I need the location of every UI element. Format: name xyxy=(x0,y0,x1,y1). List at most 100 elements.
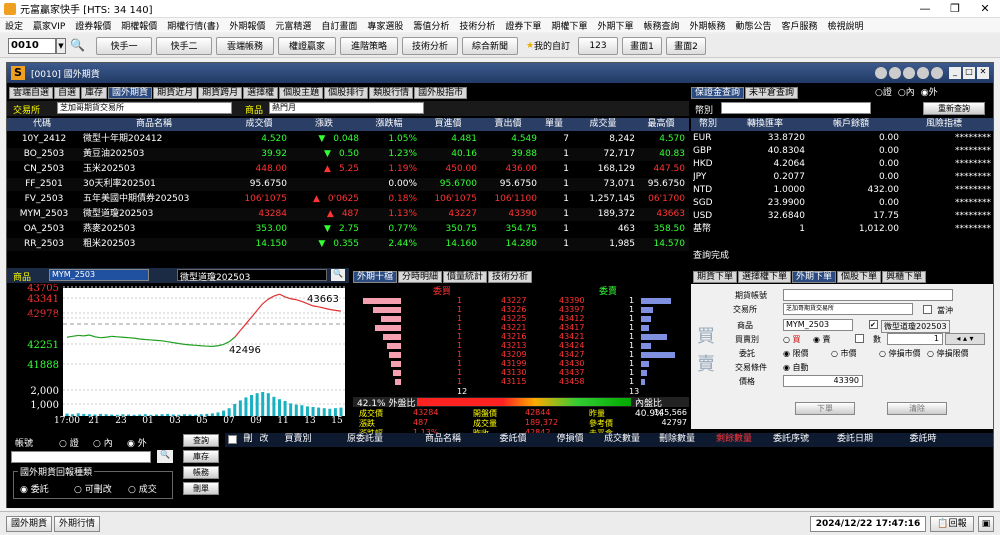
menu-item[interactable]: 帳務查詢 xyxy=(638,19,684,32)
menu-item[interactable]: 動態公告 xyxy=(731,19,777,32)
exchange-select[interactable]: 芝加哥期貨交易所 xyxy=(57,102,232,114)
menu-item[interactable]: 外期報價 xyxy=(224,19,270,32)
buy-price[interactable]: 43213 xyxy=(501,341,526,350)
buy-price[interactable]: 43227 xyxy=(501,296,526,305)
tab[interactable]: 個股主題 xyxy=(279,87,324,99)
window-maximize-icon[interactable]: □ xyxy=(963,67,975,79)
select-all-checkbox[interactable] xyxy=(228,435,237,444)
link-icon[interactable] xyxy=(917,67,929,79)
status-tab-futures[interactable]: 國外期貨 xyxy=(6,516,52,532)
menu-item[interactable]: 證券報價 xyxy=(70,19,116,32)
requery-button[interactable]: 重新查詢 xyxy=(923,102,985,115)
sell-price[interactable]: 43412 xyxy=(559,314,584,323)
tab[interactable]: 期貨下單 xyxy=(693,271,738,283)
report-type-radio[interactable]: ○ 可刪改 xyxy=(74,482,112,495)
report-button[interactable]: 📋回報 xyxy=(930,516,974,532)
clear-button[interactable]: 清除 xyxy=(887,402,947,415)
tab[interactable]: 興櫃下單 xyxy=(882,271,927,283)
menu-item[interactable]: 技術分析 xyxy=(454,19,500,32)
chart-code-input[interactable]: MYM_2503 xyxy=(49,269,149,281)
menu-item[interactable]: 期權行情(書) xyxy=(162,19,224,32)
report-query-button[interactable]: 查詢 xyxy=(183,434,219,447)
help-icon[interactable] xyxy=(903,67,915,79)
order-header[interactable]: 停損價 xyxy=(547,433,593,446)
margin-row[interactable]: NTD 1.0000 432.00 ******** xyxy=(691,184,993,197)
margin-row[interactable]: JPY 0.2077 0.00 ******** xyxy=(691,171,993,184)
report-market-radio[interactable]: ○ 證 xyxy=(59,436,79,449)
toolbar-button[interactable]: 進階策略 xyxy=(340,36,398,55)
buy-price[interactable]: 43225 xyxy=(501,314,526,323)
account-select[interactable] xyxy=(783,289,953,301)
sell-price[interactable]: 43421 xyxy=(559,332,584,341)
print-icon[interactable] xyxy=(889,67,901,79)
sell-price[interactable]: 43430 xyxy=(559,359,584,368)
tab[interactable]: 個股下單 xyxy=(837,271,882,283)
tab[interactable]: 未平倉查詢 xyxy=(745,87,799,99)
order-header[interactable]: 委託時 xyxy=(893,433,953,446)
menu-item[interactable]: 贏家VIP xyxy=(28,19,70,32)
tab[interactable]: 期貨跨月 xyxy=(198,87,243,99)
toolbar-extra-button[interactable]: 畫面1 xyxy=(622,36,662,55)
menu-item[interactable]: 設定 xyxy=(0,19,28,32)
qty-stepper[interactable]: ◂ ▴ ▾ xyxy=(945,333,985,345)
sell-price[interactable]: 43397 xyxy=(559,305,584,314)
margin-row[interactable]: GBP 40.8304 0.00 ******** xyxy=(691,145,993,158)
menu-item[interactable]: 籌值分析 xyxy=(408,19,454,32)
menu-item[interactable]: 自訂畫面 xyxy=(316,19,362,32)
margin-row[interactable]: HKD 4.2064 0.00 ******** xyxy=(691,158,993,171)
order-header[interactable]: 買賣別 xyxy=(273,433,323,446)
sell-radio[interactable]: ◉ 賣 xyxy=(813,334,831,345)
sell-price[interactable]: 43427 xyxy=(559,350,584,359)
sell-price[interactable]: 43417 xyxy=(559,323,584,332)
sell-price[interactable]: 43458 xyxy=(559,377,584,386)
tab[interactable]: 選擇權 xyxy=(243,87,279,99)
tab[interactable]: 保證金查詢 xyxy=(691,87,745,99)
buy-price[interactable]: 43216 xyxy=(501,332,526,341)
report-search-icon[interactable]: 🔍 xyxy=(157,450,173,463)
order-header[interactable]: 刪除數量 xyxy=(651,433,703,446)
order-type-radio[interactable]: ○ 市價 xyxy=(831,348,857,359)
close-icon[interactable]: ✕ xyxy=(970,2,1000,15)
condition-radio[interactable]: ◉ 自動 xyxy=(783,362,809,373)
order-header[interactable]: 委託價 xyxy=(481,433,545,446)
status-tab-quotes[interactable]: 外期行情 xyxy=(54,516,100,532)
buy-price[interactable]: 43221 xyxy=(501,323,526,332)
toolbar-extra-button[interactable]: 123 xyxy=(578,36,618,55)
market-radio[interactable]: ○內 xyxy=(898,85,915,99)
order-exchange-select[interactable]: 芝加哥期貨交易所 xyxy=(783,303,913,315)
menu-item[interactable]: 客戶服務 xyxy=(777,19,823,32)
qty-input[interactable]: 1 xyxy=(887,333,943,345)
toolbar-button[interactable]: 技術分析 xyxy=(402,36,458,55)
menu-item[interactable]: 專家選股 xyxy=(362,19,408,32)
tab[interactable]: 雲端自選 xyxy=(9,87,54,99)
menu-item[interactable]: 外期帳務 xyxy=(684,19,730,32)
tab[interactable]: 庫存 xyxy=(81,87,108,99)
toolbar-extra-button[interactable]: 畫面2 xyxy=(666,36,706,55)
quote-row[interactable]: RR_2503 粗米202503 14.150 ▼ 0.355 2.44% 14.160 14… xyxy=(7,238,689,251)
order-type-radio[interactable]: ◉ 限價 xyxy=(783,348,809,359)
lock-icon[interactable] xyxy=(931,67,943,79)
order-header[interactable]: 委託序號 xyxy=(765,433,817,446)
market-radio[interactable]: ◉外 xyxy=(921,85,938,99)
toolbar-button[interactable]: 雲端帳務 xyxy=(216,36,274,55)
menu-item[interactable]: 元富精選 xyxy=(270,19,316,32)
tab[interactable]: 個股排行 xyxy=(324,87,369,99)
toolbar-button[interactable]: 綜合新聞 xyxy=(462,36,518,55)
menu-item[interactable]: 期權下單 xyxy=(546,19,592,32)
window-minimize-icon[interactable]: _ xyxy=(949,67,961,79)
tab[interactable]: 國外股指市 xyxy=(414,87,468,99)
tab[interactable]: 自選 xyxy=(54,87,81,99)
report-market-radio[interactable]: ◉ 外 xyxy=(127,436,147,449)
quote-row[interactable]: MYM_2503 微型道瓊202503 43284 ▲ 487 1.13% 43227 433… xyxy=(7,208,689,221)
tab[interactable]: 類股行情 xyxy=(369,87,414,99)
order-header[interactable]: 剩餘數量 xyxy=(705,433,763,446)
quote-row[interactable]: FF_2501 30天利率202501 95.6750 0.00% 95.6700 95.… xyxy=(7,178,689,191)
tab[interactable]: 技術分析 xyxy=(488,271,533,283)
order-type-radio[interactable]: ○ 停損限價 xyxy=(927,348,969,359)
buy-price[interactable]: 43130 xyxy=(501,368,526,377)
sell-price[interactable]: 43437 xyxy=(559,368,584,377)
settings-icon[interactable] xyxy=(875,67,887,79)
maximize-icon[interactable]: ❐ xyxy=(940,2,970,15)
report-type-radio[interactable]: ◉ 委託 xyxy=(20,482,49,495)
tab[interactable]: 價量統計 xyxy=(443,271,488,283)
